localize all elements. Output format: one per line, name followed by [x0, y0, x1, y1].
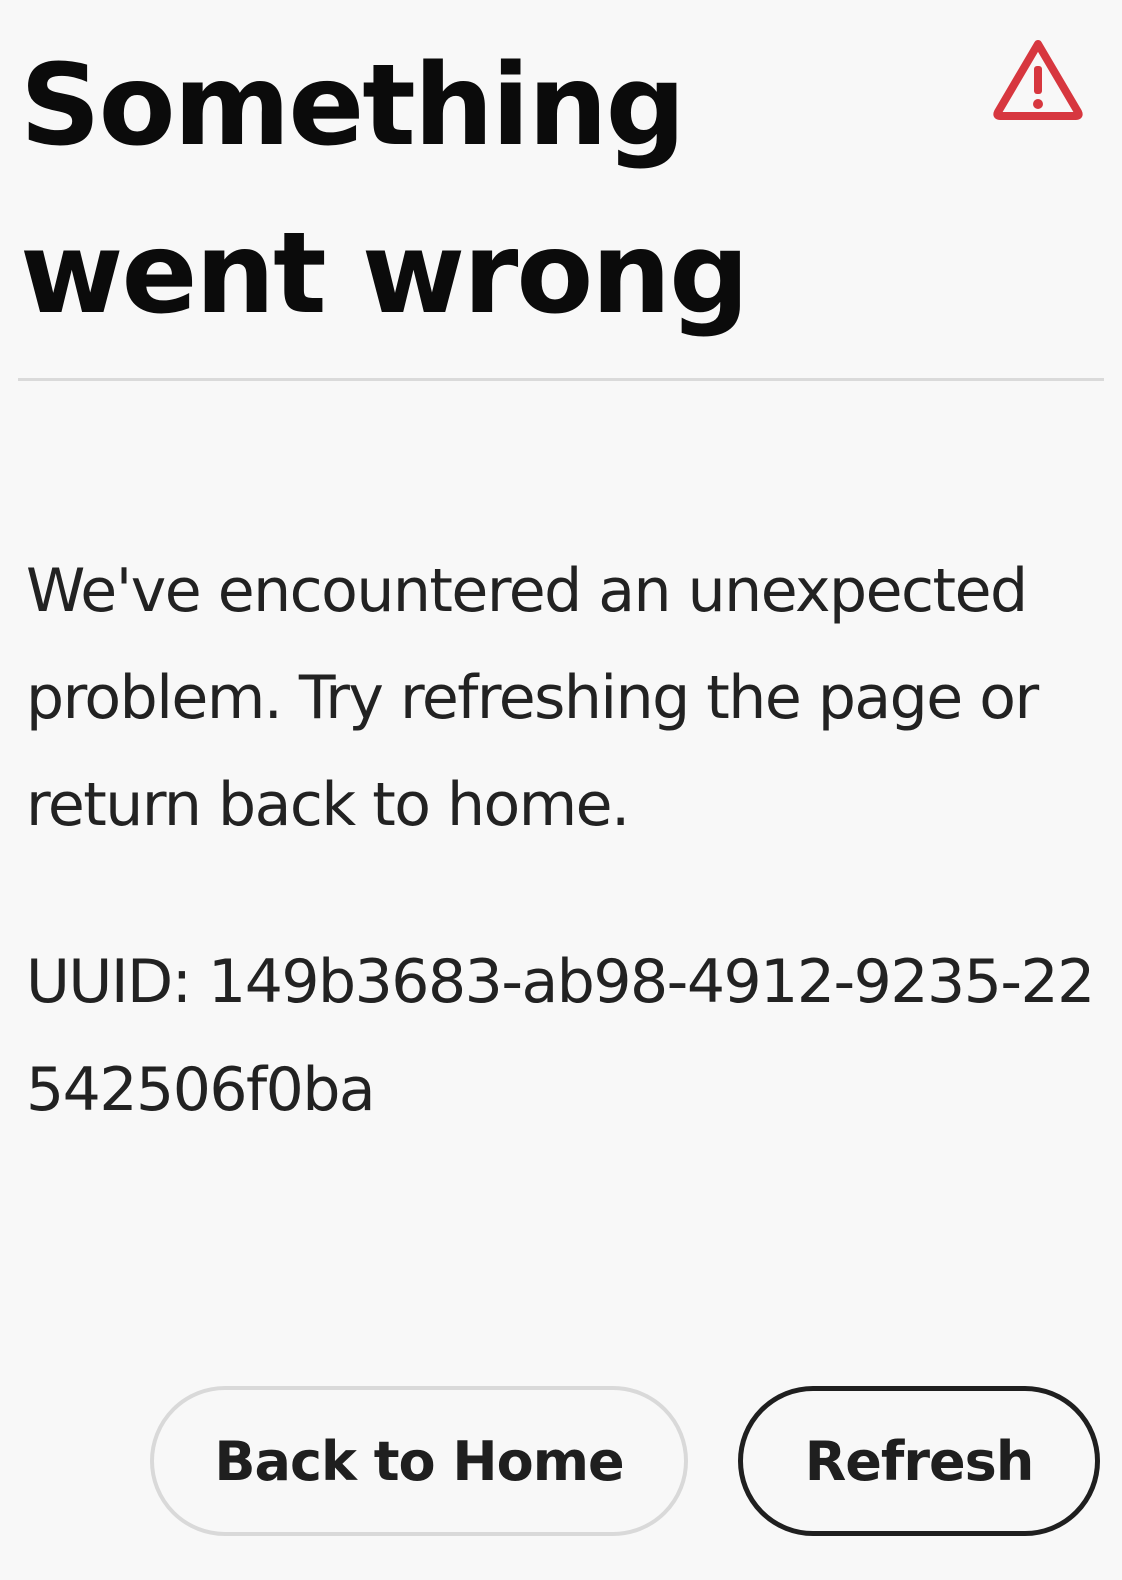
error-dialog: Something went wrong We've encountered a… [0, 0, 1122, 1580]
alert-triangle-icon [992, 38, 1084, 122]
dialog-header: Something went wrong [20, 22, 1100, 342]
header-divider [18, 378, 1104, 381]
page-title: Something went wrong [20, 41, 749, 339]
error-message: We've encountered an unexpected problem.… [26, 556, 1039, 840]
error-uuid: UUID: 149b3683-ab98-4912-9235-22542506f0… [26, 947, 1095, 1125]
back-to-home-button[interactable]: Back to Home [150, 1386, 688, 1536]
refresh-button[interactable]: Refresh [738, 1386, 1100, 1536]
